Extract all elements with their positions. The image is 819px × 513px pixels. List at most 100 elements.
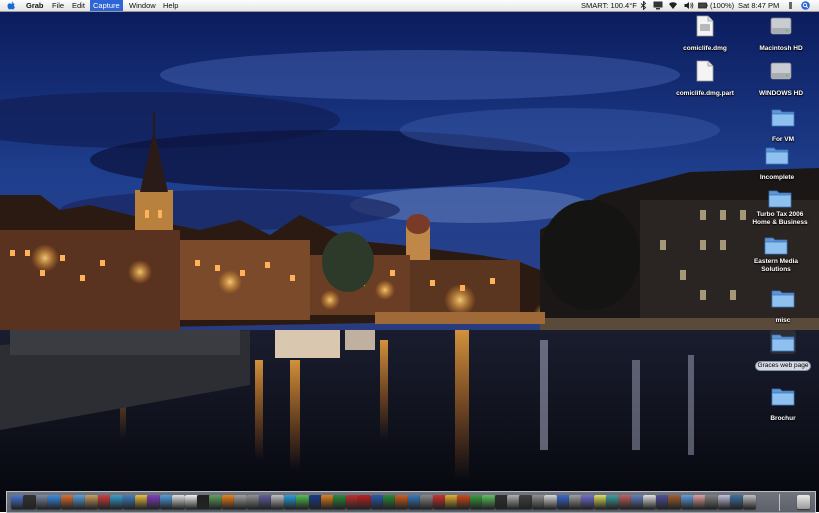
- dock-item-firefox[interactable]: [60, 495, 74, 509]
- dock-item-camino[interactable]: [420, 495, 434, 509]
- dock-item-app[interactable]: [730, 495, 744, 509]
- desktop-icon-label: Eastern Media Solutions: [753, 258, 799, 273]
- script-menu-icon[interactable]: [787, 1, 794, 10]
- dock-item-app[interactable]: [680, 495, 694, 509]
- dock-item-powerpoint[interactable]: [395, 495, 409, 509]
- desktop-icon-label: misc: [775, 317, 791, 324]
- dock-item-itunes[interactable]: [110, 495, 124, 509]
- menu-file[interactable]: File: [49, 0, 67, 11]
- dock-item-opera[interactable]: [432, 495, 446, 509]
- dock-item-activity-monitor[interactable]: [209, 495, 223, 509]
- dock-item-app[interactable]: [693, 495, 706, 509]
- apple-icon[interactable]: [7, 1, 16, 10]
- dock-item-azureus[interactable]: [469, 495, 483, 509]
- dock-item-dreamweaver[interactable]: [333, 495, 347, 509]
- dock-item-dictionary[interactable]: [259, 495, 272, 509]
- menu-bar: Grab File Edit Capture Window Help SMART…: [0, 0, 819, 12]
- dock-item-app[interactable]: [581, 495, 595, 509]
- desktop-icon-misc[interactable]: misc: [738, 287, 819, 327]
- dock-item-terminal[interactable]: [197, 495, 210, 509]
- dock-item-adium[interactable]: [296, 495, 310, 509]
- dock-item-preview[interactable]: [172, 495, 186, 509]
- dock-item-acrobat[interactable]: [358, 495, 372, 509]
- menu-app-name[interactable]: Grab: [23, 0, 47, 11]
- folder-icon: [770, 330, 796, 354]
- battery-percent[interactable]: (100%): [710, 0, 734, 11]
- dock-item-app[interactable]: [593, 495, 607, 509]
- volume-icon[interactable]: [684, 1, 694, 10]
- menu-edit[interactable]: Edit: [69, 0, 88, 11]
- desktop-icon-for-vm[interactable]: For VM: [738, 106, 819, 146]
- folder-icon: [771, 388, 795, 406]
- dock-item-word[interactable]: [370, 495, 384, 509]
- menu-window[interactable]: Window: [126, 0, 159, 11]
- desktop-icon-label: Brochur: [770, 415, 796, 422]
- folder-icon: [771, 109, 795, 127]
- dock-item-imovie[interactable]: [147, 495, 161, 509]
- dock-item-app[interactable]: [606, 495, 620, 509]
- dock-item-iphoto[interactable]: [122, 495, 136, 509]
- hard-drive-icon: [770, 62, 792, 80]
- desktop-icon-brochur[interactable]: Brochur: [738, 385, 819, 425]
- dock-item-photoshop[interactable]: [308, 495, 322, 509]
- dock-item-cyberduck[interactable]: [457, 495, 471, 509]
- desktop-icon-incomplete[interactable]: Incomplete: [732, 144, 819, 184]
- dock-item-utility[interactable]: [569, 495, 582, 509]
- weather-status[interactable]: SMART: 100.4°F: [581, 0, 637, 11]
- dock-item-textedit[interactable]: [184, 495, 198, 509]
- bluetooth-icon[interactable]: [640, 1, 647, 10]
- clock[interactable]: Sat 8:47 PM: [738, 0, 779, 11]
- menu-capture[interactable]: Capture: [90, 0, 123, 11]
- dock-item-limewire[interactable]: [482, 495, 496, 509]
- dock-item-safari[interactable]: [48, 495, 62, 509]
- desktop-icon-windows-hd[interactable]: WINDOWS HD: [736, 60, 819, 100]
- battery-icon[interactable]: [698, 1, 708, 10]
- dock-item-garageband[interactable]: [135, 495, 148, 509]
- dock-item-dashboard[interactable]: [23, 495, 37, 509]
- dock-item-finder[interactable]: [11, 495, 24, 509]
- dock-item-toast[interactable]: [494, 495, 508, 509]
- dock-item-system-preferences[interactable]: [35, 495, 49, 509]
- desktop-icon-eastern-media-solutions[interactable]: Eastern Media Solutions: [731, 234, 819, 276]
- dock-item-calculator[interactable]: [246, 495, 260, 509]
- dock-item-app[interactable]: [618, 495, 632, 509]
- dock-item-entourage[interactable]: [407, 495, 421, 509]
- dock-item-excel[interactable]: [383, 495, 396, 509]
- dock-item-app[interactable]: [742, 495, 756, 509]
- dock-item-mail[interactable]: [73, 495, 86, 509]
- dock: [6, 491, 816, 513]
- spotlight-icon[interactable]: [800, 1, 811, 10]
- desktop-icon-graces-web-page[interactable]: Graces web page: [738, 330, 819, 372]
- dock-item-app[interactable]: [643, 495, 657, 509]
- dock-item-app[interactable]: [668, 495, 682, 509]
- dock-item-skype[interactable]: [283, 495, 297, 509]
- dock-item-network[interactable]: [556, 495, 570, 509]
- desktop-icon-label: Incomplete: [759, 174, 795, 181]
- dock-item-app[interactable]: [705, 495, 719, 509]
- dock-item-keychain[interactable]: [544, 495, 558, 509]
- dock-item-console[interactable]: [519, 495, 533, 509]
- dock-item-vlc[interactable]: [221, 495, 235, 509]
- dock-separator: [779, 494, 780, 511]
- dock-item-trash[interactable]: [797, 495, 810, 509]
- dock-item-ical[interactable]: [97, 495, 111, 509]
- dock-item-quicktime[interactable]: [159, 495, 173, 509]
- dock-item-app[interactable]: [717, 495, 731, 509]
- dock-item-vmware[interactable]: [234, 495, 248, 509]
- dock-item-app[interactable]: [655, 495, 669, 509]
- dock-item-address-book[interactable]: [85, 495, 99, 509]
- menu-help[interactable]: Help: [160, 0, 181, 11]
- desktop-icon-label: Turbo Tax 2006 Home & Business: [752, 211, 808, 226]
- dock-item-grab[interactable]: [531, 495, 545, 509]
- dock-item-chess[interactable]: [271, 495, 285, 509]
- desktop-icon-macintosh-hd[interactable]: Macintosh HD: [736, 15, 819, 55]
- dock-item-flash[interactable]: [345, 495, 359, 509]
- desktop-icon-turbo-tax-2006[interactable]: Turbo Tax 2006 Home & Business: [735, 187, 819, 229]
- display-icon[interactable]: [653, 1, 663, 10]
- dock-item-illustrator[interactable]: [321, 495, 334, 509]
- dock-item-app[interactable]: [631, 495, 644, 509]
- wifi-icon[interactable]: [668, 1, 678, 10]
- dock-item-transmit[interactable]: [445, 495, 458, 509]
- desktop-icon-label: comiclife.dmg: [683, 45, 727, 52]
- dock-item-disk-utility[interactable]: [507, 495, 520, 509]
